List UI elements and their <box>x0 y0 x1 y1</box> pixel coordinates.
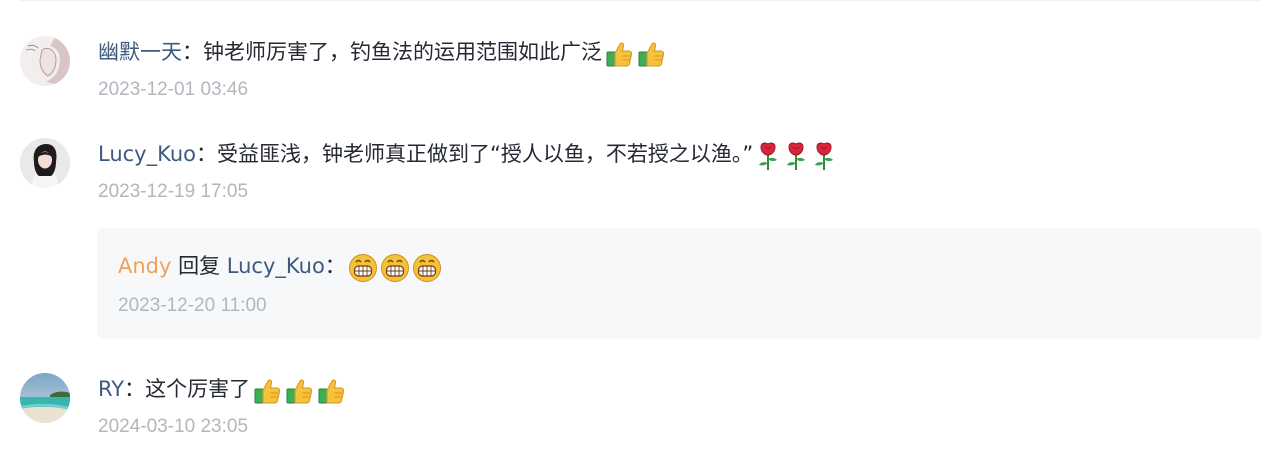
comment-author[interactable]: Lucy_Kuo <box>98 142 196 166</box>
reply-line: Andy 回复 Lucy_Kuo： <box>118 250 444 283</box>
comment-list: 幽默一天：钟老师厉害了，钓鱼法的运用范围如此广泛 2023-12-01 03:4… <box>0 0 1280 452</box>
grin-icon <box>412 254 444 282</box>
comment-line: 幽默一天：钟老师厉害了，钓鱼法的运用范围如此广泛 <box>98 36 668 69</box>
emoji-group <box>252 374 348 406</box>
comment-time: 2024-03-10 23:05 <box>98 416 249 437</box>
divider <box>20 0 1260 1</box>
reply-time: 2023-12-20 11:00 <box>118 295 267 316</box>
rose-icon <box>811 142 839 170</box>
thumbs-up-icon <box>252 378 284 404</box>
reply-separator: ： <box>324 254 346 278</box>
comment-author[interactable]: RY <box>98 377 124 401</box>
comment-text: 这个厉害了 <box>145 377 251 401</box>
thumbs-up-icon <box>284 378 316 404</box>
comment-text: 受益匪浅，钟老师真正做到了“授人以鱼，不若授之以渔。” <box>217 142 754 166</box>
reply-box: Andy 回复 Lucy_Kuo： 2023-12-20 11:00 <box>97 228 1262 339</box>
thumbs-up-icon <box>316 378 348 404</box>
author-separator: ： <box>196 142 217 166</box>
emoji-group <box>604 37 668 69</box>
author-separator: ： <box>124 377 146 401</box>
emoji-group <box>755 139 839 171</box>
comment-author[interactable]: 幽默一天 <box>98 40 182 64</box>
comment-time: 2023-12-01 03:46 <box>98 79 249 100</box>
avatar[interactable] <box>20 36 70 86</box>
rose-icon <box>783 142 811 170</box>
reply-author[interactable]: Andy <box>118 254 171 278</box>
reply-verb: 回复 <box>171 254 227 278</box>
comment-time: 2023-12-19 17:05 <box>98 181 249 202</box>
grin-icon <box>380 254 412 282</box>
avatar[interactable] <box>20 373 70 423</box>
rose-icon <box>755 142 783 170</box>
comment-text: 钟老师厉害了，钓鱼法的运用范围如此广泛 <box>203 40 602 64</box>
reply-target[interactable]: Lucy_Kuo <box>227 254 325 278</box>
emoji-group <box>348 251 444 283</box>
thumbs-up-icon <box>636 41 668 67</box>
avatar[interactable] <box>20 138 70 188</box>
comment-line: RY：这个厉害了 <box>98 373 348 406</box>
author-separator: ： <box>182 40 203 64</box>
grin-icon <box>348 254 380 282</box>
thumbs-up-icon <box>604 41 636 67</box>
comment-line: Lucy_Kuo：受益匪浅，钟老师真正做到了“授人以鱼，不若授之以渔。” <box>98 138 839 171</box>
